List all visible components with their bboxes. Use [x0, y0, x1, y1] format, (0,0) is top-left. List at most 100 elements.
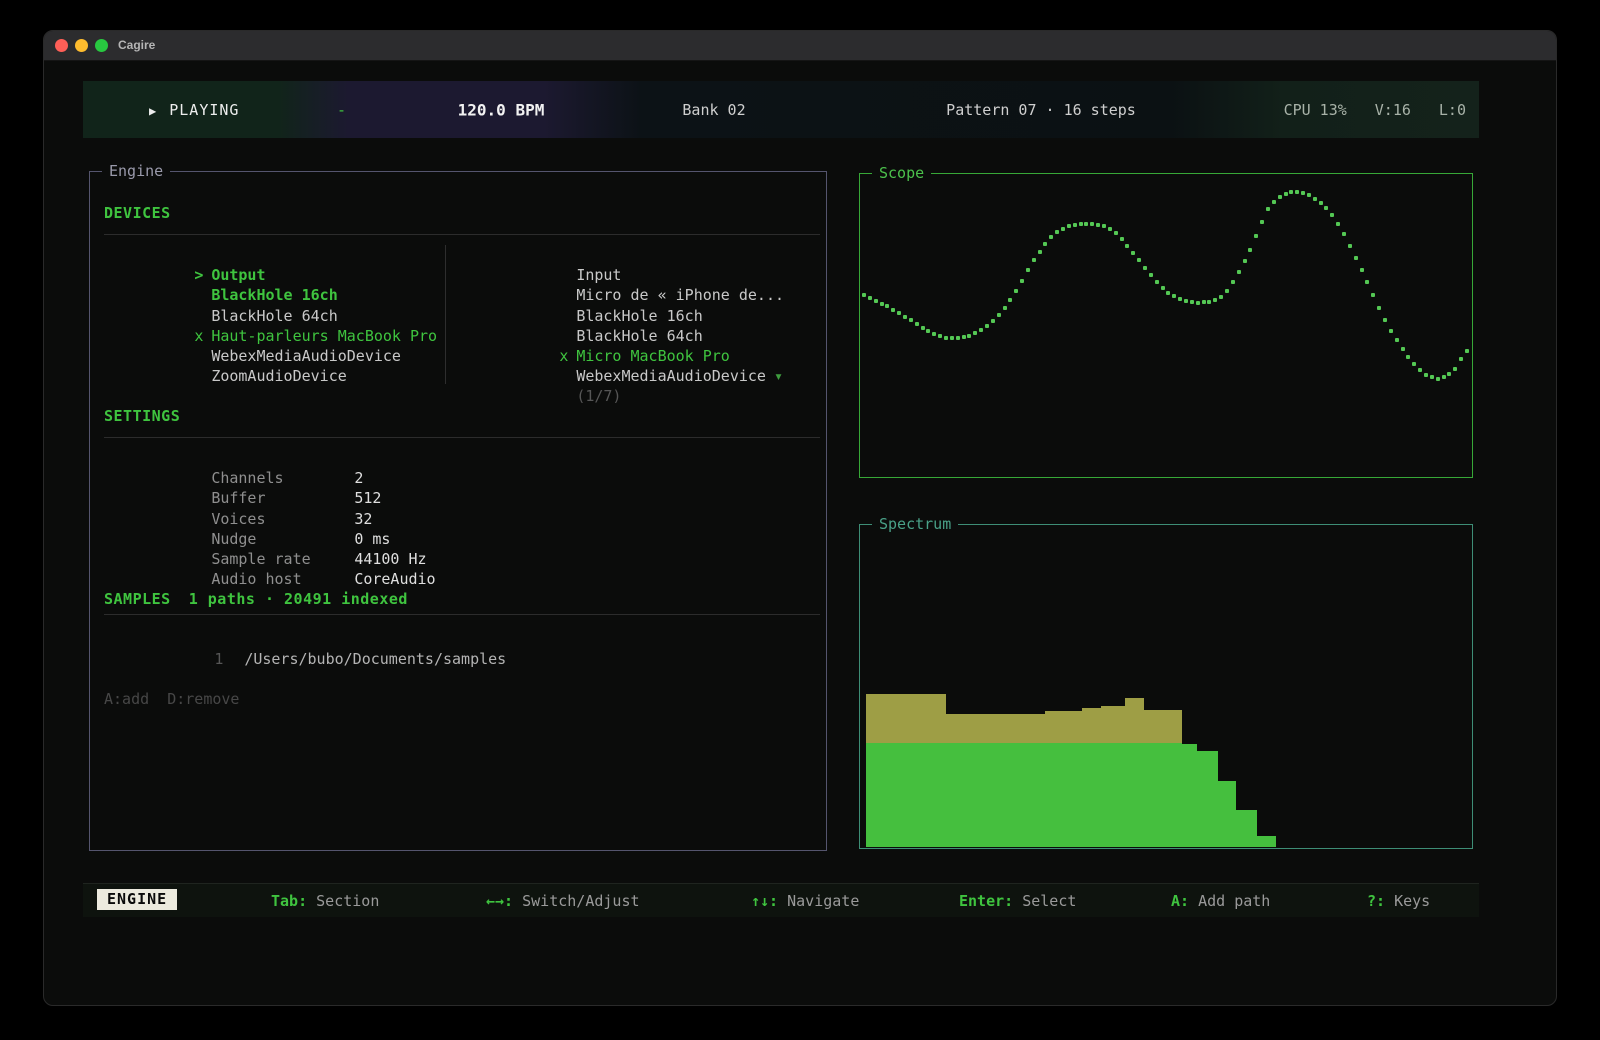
setting-value: 512 [354, 489, 381, 507]
scope-sample-dot [897, 311, 901, 315]
help-key: A: [1171, 892, 1189, 910]
setting-row[interactable]: Channels2 [121, 448, 436, 468]
scope-sample-dot [1406, 355, 1410, 359]
mode-badge: ENGINE [97, 889, 177, 910]
scope-sample-dot [903, 315, 907, 319]
scope-panel: Scope [859, 173, 1473, 478]
scope-plot [862, 176, 1470, 475]
scope-sample-dot [874, 299, 878, 303]
spectrum-panel: Spectrum [859, 524, 1473, 849]
scope-sample-dot [1125, 244, 1129, 248]
setting-value: 0 ms [354, 530, 390, 548]
device-marker: > [194, 265, 211, 285]
setting-value: 44100 Hz [354, 550, 426, 568]
help-key: Enter: [959, 892, 1013, 910]
scope-sample-dot [1090, 222, 1094, 226]
setting-value: 32 [354, 510, 372, 528]
spectrum-peak-band [1045, 711, 1082, 744]
device-row[interactable]: >Output [104, 245, 434, 265]
samples-key-hints: A:add D:remove [104, 690, 239, 708]
device-label: (1/7) [576, 387, 621, 405]
help-label: Keys [1385, 892, 1430, 910]
scope-sample-dot [991, 319, 995, 323]
device-label: BlackHole 64ch [211, 307, 337, 325]
setting-label: Buffer [211, 488, 354, 508]
scope-sample-dot [1120, 237, 1124, 241]
scope-sample-dot [1383, 318, 1387, 322]
devices-separator [104, 234, 820, 235]
scope-sample-dot [1213, 298, 1217, 302]
spectrum-level-band [1082, 743, 1102, 847]
zoom-button[interactable] [95, 39, 108, 52]
scope-sample-dot [1465, 349, 1469, 353]
scope-sample-dot [1184, 299, 1188, 303]
output-device-list: >Output BlackHole 16ch BlackHole 64ch xH… [104, 245, 434, 366]
scope-sample-dot [1055, 230, 1059, 234]
transport-label: PLAYING [169, 101, 239, 119]
dropdown-caret-icon: ▾ [774, 367, 783, 385]
scope-sample-dot [1360, 268, 1364, 272]
engine-panel: Engine DEVICES >Output BlackHole 16ch Bl… [89, 171, 827, 851]
spectrum-level-band [1143, 743, 1181, 847]
scope-sample-dot [1143, 266, 1147, 270]
device-marker: x [559, 346, 576, 366]
help-key: ↑↓: [751, 892, 778, 910]
setting-label: Channels [211, 468, 354, 488]
sample-paths-list: 1/Users/bubo/Documents/samples [104, 629, 506, 649]
spectrum-peak-band [1143, 710, 1181, 744]
scope-sample-dot [885, 304, 889, 308]
spectrum-peak-band [945, 714, 1046, 744]
device-label: WebexMediaAudioDevice [576, 367, 766, 385]
scope-sample-dot [1172, 294, 1176, 298]
pattern-display: Pattern 07 · 16 steps [946, 101, 1136, 119]
window-title: Cagire [118, 38, 155, 52]
play-icon: ▶ [149, 104, 157, 118]
scope-sample-dot [915, 322, 919, 326]
scope-sample-dot [1389, 329, 1393, 333]
scope-sample-dot [1073, 223, 1077, 227]
scope-sample-dot [956, 336, 960, 340]
sample-path-value: /Users/bubo/Documents/samples [244, 650, 506, 668]
scope-sample-dot [973, 331, 977, 335]
settings-heading: SETTINGS [104, 407, 180, 425]
scope-sample-dot [1114, 231, 1118, 235]
scope-sample-dot [985, 324, 989, 328]
scope-sample-dot [1266, 207, 1270, 211]
samples-summary: 1 paths · 20491 indexed [189, 590, 408, 608]
device-label: ZoomAudioDevice [211, 367, 346, 385]
close-button[interactable] [55, 39, 68, 52]
scope-sample-dot [862, 293, 866, 297]
titlebar: Cagire [44, 31, 1556, 61]
scope-sample-dot [1301, 191, 1305, 195]
scope-sample-dot [1453, 367, 1457, 371]
scope-sample-dot [868, 296, 872, 300]
setting-label: Nudge [211, 529, 354, 549]
samples-heading: SAMPLES 1 paths · 20491 indexed [104, 590, 408, 608]
scope-sample-dot [1365, 280, 1369, 284]
transport-status: ▶ PLAYING [149, 101, 239, 119]
scope-sample-dot [1237, 270, 1241, 274]
scope-sample-dot [1043, 242, 1047, 246]
sample-path-row[interactable]: 1/Users/bubo/Documents/samples [104, 629, 506, 649]
scope-sample-dot [1307, 193, 1311, 197]
scope-sample-dot [1061, 227, 1065, 231]
help-item-switch-adjust: ←→: Switch/Adjust [486, 892, 640, 910]
sample-path-index: 1 [214, 649, 244, 669]
scope-sample-dot [926, 329, 930, 333]
scope-sample-dot [1149, 273, 1153, 277]
scope-sample-dot [950, 336, 954, 340]
spectrum-peak-band [1101, 706, 1125, 744]
scope-sample-dot [1436, 377, 1440, 381]
scope-sample-dot [1336, 222, 1340, 226]
scope-sample-dot [1026, 268, 1030, 272]
scope-sample-dot [891, 308, 895, 312]
scope-sample-dot [1137, 258, 1141, 262]
device-row[interactable]: Input [469, 245, 799, 265]
scope-sample-dot [1248, 248, 1252, 252]
scope-sample-dot [1008, 298, 1012, 302]
scope-sample-dot [1079, 222, 1083, 226]
scope-sample-dot [1278, 195, 1282, 199]
minimize-button[interactable] [75, 39, 88, 52]
scope-sample-dot [1348, 244, 1352, 248]
scope-sample-dot [1371, 293, 1375, 297]
